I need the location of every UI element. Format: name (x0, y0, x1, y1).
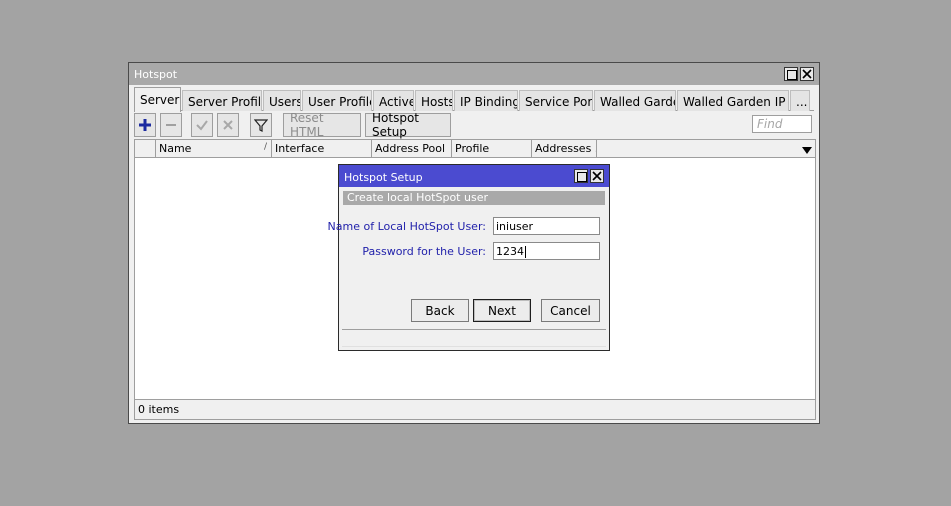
password-label: Password for the User: (362, 245, 486, 258)
tab-user-profiles[interactable]: User Profiles (302, 90, 372, 111)
dialog-title-bar[interactable]: Hotspot Setup (339, 165, 609, 187)
dialog-title: Hotspot Setup (344, 171, 423, 184)
column-selector[interactable] (135, 140, 156, 157)
tab-ip-bindings[interactable]: IP Bindings (454, 90, 518, 111)
enable-button[interactable] (191, 113, 213, 137)
tab-walled-garden-ip-list[interactable]: Walled Garden IP List (677, 90, 789, 111)
cancel-button[interactable]: Cancel (541, 299, 600, 322)
dialog-close-icon[interactable] (590, 169, 604, 183)
tab-servers[interactable]: Servers (134, 87, 181, 112)
local-user-name-input[interactable]: iniuser (493, 217, 600, 235)
tab-server-profiles[interactable]: Server Profiles (182, 90, 262, 111)
hotspot-setup-dialog: Hotspot Setup Create local HotSpot user … (328, 164, 610, 351)
funnel-icon (254, 119, 268, 132)
reset-html-button[interactable]: Reset HTML (283, 111, 361, 139)
plus-icon (139, 119, 151, 131)
column-addresses[interactable]: Addresses ... (532, 140, 597, 157)
password-input[interactable]: 1234 (493, 242, 600, 260)
check-icon (196, 120, 208, 131)
column-profile[interactable]: Profile (452, 140, 532, 157)
hotspot-setup-button[interactable]: Hotspot Setup (365, 111, 451, 139)
tab-users[interactable]: Users (263, 90, 301, 111)
tab-active[interactable]: Active (373, 90, 414, 111)
column-name[interactable]: Name / (156, 140, 272, 157)
x-icon (223, 120, 233, 130)
remove-button[interactable] (160, 113, 182, 137)
text-cursor (525, 246, 526, 258)
tab-service-ports[interactable]: Service Ports (519, 90, 593, 111)
local-user-name-label: Name of Local HotSpot User: (327, 220, 486, 233)
column-interface[interactable]: Interface (272, 140, 372, 157)
item-count: 0 items (138, 403, 180, 416)
tab-walled-garden[interactable]: Walled Garden (594, 90, 676, 111)
sort-indicator-icon: / (263, 142, 267, 152)
dialog-section-header: Create local HotSpot user (343, 191, 605, 205)
column-address-pool[interactable]: Address Pool (372, 140, 452, 157)
dialog-maximize-icon[interactable] (574, 169, 588, 183)
back-button[interactable]: Back (411, 299, 469, 322)
dialog-status-bar (342, 329, 606, 347)
tab-more[interactable]: ... (790, 90, 810, 111)
tab-bar: Servers Server Profiles Users User Profi… (134, 87, 814, 112)
tab-hosts[interactable]: Hosts (415, 90, 453, 111)
minus-icon (166, 124, 176, 126)
toolbar: Reset HTML Hotspot Setup Find (134, 111, 814, 139)
maximize-icon[interactable] (784, 67, 798, 81)
add-button[interactable] (134, 113, 156, 137)
close-icon[interactable] (800, 67, 814, 81)
filter-button[interactable] (250, 113, 272, 137)
window-title-bar[interactable]: Hotspot (129, 63, 819, 85)
find-input[interactable]: Find (752, 115, 812, 133)
table-header: Name / Interface Address Pool Profile Ad… (135, 140, 815, 158)
disable-button[interactable] (217, 113, 239, 137)
column-menu-icon[interactable] (802, 144, 812, 158)
next-button[interactable]: Next (473, 299, 531, 322)
status-bar: 0 items (134, 400, 816, 420)
window-title: Hotspot (134, 68, 178, 81)
